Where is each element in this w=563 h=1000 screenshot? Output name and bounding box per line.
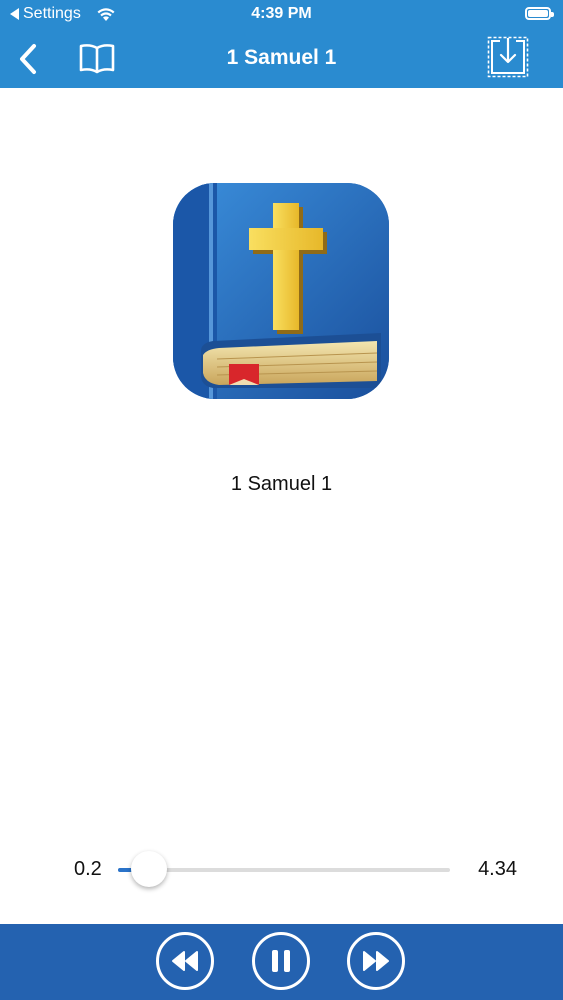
download-icon[interactable] bbox=[486, 35, 530, 79]
nav-bar: 1 Samuel 1 bbox=[0, 30, 563, 88]
elapsed-time: 0.2 bbox=[74, 858, 102, 880]
page-title: 1 Samuel 1 bbox=[226, 46, 337, 69]
header: Settings 4:39 PM 1 Samuel 1 bbox=[0, 0, 563, 88]
bible-cross-icon bbox=[173, 183, 389, 399]
progress-slider[interactable] bbox=[118, 851, 450, 887]
album-artwork bbox=[173, 183, 389, 399]
fast-forward-icon bbox=[363, 951, 389, 971]
duration-time: 4.34 bbox=[478, 858, 517, 880]
status-bar: Settings 4:39 PM bbox=[0, 0, 563, 30]
rewind-button[interactable] bbox=[156, 932, 214, 990]
pause-button[interactable] bbox=[252, 932, 310, 990]
pause-icon bbox=[272, 950, 290, 972]
status-time: 4:39 PM bbox=[251, 5, 312, 22]
slider-thumb[interactable] bbox=[130, 851, 167, 887]
battery-icon bbox=[525, 7, 554, 20]
rewind-icon bbox=[172, 951, 198, 971]
track-title: 1 Samuel 1 bbox=[230, 473, 333, 495]
playback-controls bbox=[0, 924, 563, 1000]
forward-button[interactable] bbox=[347, 932, 405, 990]
